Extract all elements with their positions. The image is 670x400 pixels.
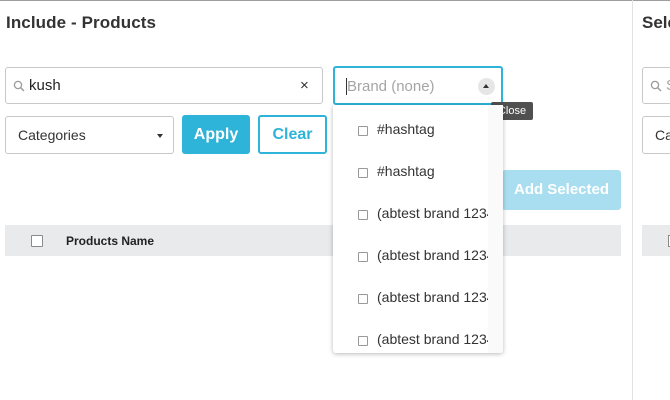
search-icon: [650, 80, 662, 92]
selected-search-input[interactable]: S: [642, 67, 670, 104]
brand-option[interactable]: (abtest brand 1234: [333, 322, 495, 353]
brand-option[interactable]: #hashtag: [333, 112, 488, 154]
brand-option-label: #hashtag: [377, 163, 435, 179]
brand-option-label: (abtest brand 1234: [377, 205, 495, 221]
brand-dropdown-list: #hashtag #hashtag (abtest brand 1234 (ab…: [333, 105, 503, 353]
brand-option-checkbox[interactable]: [358, 126, 368, 136]
selected-table-header: [642, 225, 670, 256]
brand-option[interactable]: (abtest brand 1234: [333, 280, 495, 322]
select-all-checkbox[interactable]: [31, 235, 43, 247]
product-search-input[interactable]: kush ×: [5, 67, 323, 104]
clear-button[interactable]: Clear: [258, 115, 327, 154]
brand-option-checkbox[interactable]: [358, 168, 368, 178]
brand-option[interactable]: #hashtag: [333, 154, 488, 196]
apply-button[interactable]: Apply: [182, 115, 250, 154]
brand-dropdown-close-button[interactable]: [478, 78, 495, 95]
page-title: Include - Products: [6, 13, 157, 32]
search-icon: [13, 80, 25, 92]
brand-option[interactable]: (abtest brand 1234: [333, 238, 495, 280]
selected-search-placeholder: S: [666, 77, 670, 94]
search-value[interactable]: kush: [29, 77, 61, 94]
categories-label: Categories: [18, 127, 86, 143]
brand-select[interactable]: Brand (none): [333, 66, 503, 105]
caret-down-icon: [157, 134, 163, 138]
selected-categories-label: Ca: [655, 127, 670, 143]
brand-option-label: #hashtag: [377, 121, 435, 137]
selected-panel-title: Sele: [642, 13, 670, 32]
brand-option-label: (abtest brand 1234: [377, 247, 495, 263]
add-selected-button[interactable]: Add Selected: [502, 170, 621, 210]
caret-up-icon: [483, 84, 489, 88]
selected-categories-select[interactable]: Ca: [642, 116, 670, 154]
brand-option-checkbox[interactable]: [358, 294, 368, 304]
brand-option-checkbox[interactable]: [358, 336, 368, 346]
clear-search-icon[interactable]: ×: [300, 77, 309, 94]
products-table-header: Products Name: [5, 225, 621, 256]
dropdown-scrollbar[interactable]: [488, 105, 503, 353]
categories-select[interactable]: Categories: [5, 116, 174, 154]
brand-option-checkbox[interactable]: [358, 210, 368, 220]
brand-option-label: (abtest brand 1234: [377, 331, 495, 347]
brand-placeholder: Brand (none): [347, 78, 435, 95]
brand-option-checkbox[interactable]: [358, 252, 368, 262]
top-border: [0, 0, 670, 1]
brand-option-label: (abtest brand 1234: [377, 289, 495, 305]
panel-divider: [632, 0, 633, 400]
brand-option[interactable]: (abtest brand 1234: [333, 196, 495, 238]
column-products-name[interactable]: Products Name: [66, 234, 154, 248]
